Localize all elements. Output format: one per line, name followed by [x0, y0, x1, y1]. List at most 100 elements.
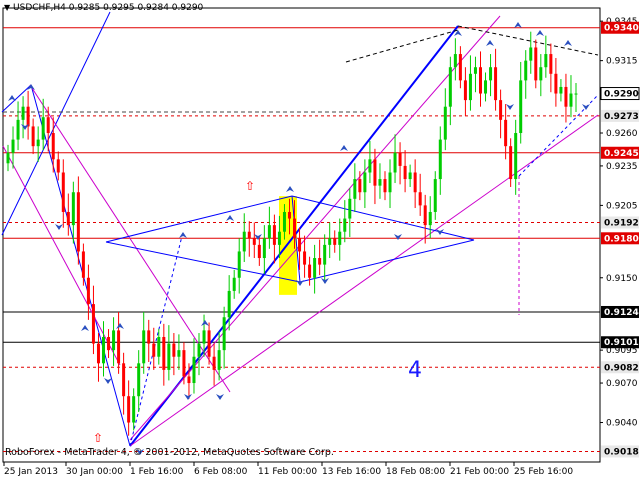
candle-body — [348, 198, 352, 219]
candle-body — [112, 330, 116, 351]
price-tag-label: 0.9101 — [604, 338, 639, 348]
candle-body — [539, 67, 543, 81]
candle-body — [202, 330, 206, 344]
candle-body — [333, 238, 337, 245]
candle-body — [509, 146, 513, 180]
candle-body — [96, 343, 100, 364]
y-tick-label: 0.9040 — [606, 419, 638, 429]
candle-body — [298, 238, 302, 252]
candle-body — [41, 117, 45, 140]
candle-body — [212, 356, 216, 370]
candle-body — [277, 231, 281, 245]
x-tick-label: 6 Feb 08:00 — [194, 467, 248, 477]
candle-body — [313, 258, 317, 278]
candle-body — [187, 376, 191, 384]
candle-body — [418, 192, 422, 206]
candle-body — [157, 336, 161, 357]
candle-body — [373, 159, 377, 186]
candle-body — [31, 126, 35, 147]
horizontal-levels — [3, 27, 600, 452]
x-tick-label: 13 Feb 16:00 — [322, 467, 381, 477]
candle-body — [463, 80, 467, 101]
candle-body — [494, 67, 498, 101]
x-tick-label: 30 Jan 00:00 — [66, 467, 123, 477]
x-tick-label: 25 Feb 16:00 — [514, 467, 573, 477]
fractal-arrow — [582, 104, 590, 110]
candle-body — [499, 100, 503, 120]
fractal-arrow — [226, 215, 234, 221]
fractal-arrow — [564, 40, 572, 46]
up-channel-bottom — [129, 114, 599, 447]
candle-body — [6, 152, 10, 164]
candle-body — [172, 343, 176, 357]
price-tag-label: 0.9180 — [604, 234, 639, 244]
wave-down-line — [30, 84, 131, 447]
price-tag-label: 0.9340 — [604, 24, 639, 34]
candle-body — [433, 179, 437, 212]
candle-body — [127, 396, 131, 423]
fractal-arrow — [201, 320, 209, 326]
candle-body — [122, 363, 126, 397]
candle-body — [554, 73, 558, 94]
fractal-arrow — [506, 104, 514, 110]
candle-body — [514, 133, 518, 180]
chart-header: ▼ USDCHF,H4 0.9285 0.9295 0.9284 0.9290 — [4, 3, 204, 13]
buy-marker-icon: ⇧ — [93, 431, 103, 445]
price-tag-label: 0.9245 — [604, 149, 639, 159]
x-tick-label: 11 Feb 00:00 — [258, 467, 317, 477]
candle-body — [282, 211, 286, 232]
price-chart[interactable]: ⇧⇧ 0.93450.93150.92600.92350.92050.91500… — [0, 0, 640, 480]
candle-body — [242, 231, 246, 252]
candle-body — [262, 238, 266, 259]
candle-body — [428, 211, 432, 226]
fractal-arrow — [81, 325, 89, 331]
y-tick-label: 0.9205 — [606, 201, 638, 211]
triangle-bottom — [105, 241, 301, 283]
fractal-arrow — [179, 232, 187, 238]
candle-body — [257, 244, 261, 259]
candle-body — [318, 258, 322, 265]
candle-body — [524, 60, 528, 81]
candle-body — [529, 47, 533, 61]
candle-body — [363, 172, 367, 193]
candle-body — [398, 152, 402, 166]
candle-body — [167, 343, 171, 370]
candle-body — [328, 238, 332, 245]
candle-body — [142, 330, 146, 364]
candle-body — [308, 264, 312, 278]
candle-body — [478, 67, 482, 94]
fractal-arrow — [286, 186, 294, 192]
y-tick-label: 0.9315 — [606, 57, 638, 67]
fractal-arrow — [104, 378, 112, 384]
candle-body — [26, 106, 30, 127]
candle-body — [393, 152, 397, 173]
price-tag-label: 0.9290 — [604, 90, 639, 100]
candle-body — [56, 159, 60, 173]
candle-body — [368, 159, 372, 173]
candle-body — [519, 80, 523, 134]
candle-body — [182, 350, 186, 377]
x-tick-label: 25 Jan 2013 — [4, 467, 58, 477]
candle-body — [504, 119, 508, 147]
candle-body — [51, 133, 55, 160]
candle-body — [117, 330, 121, 364]
candle-body — [177, 350, 181, 357]
candle-body — [383, 179, 387, 193]
wave-label: 4 — [408, 358, 422, 383]
candle-body — [287, 211, 291, 219]
candle-body — [484, 80, 488, 94]
candle-body — [11, 139, 15, 153]
candle-body — [272, 225, 276, 245]
candle-body — [458, 54, 462, 81]
fractal-arrow — [340, 145, 348, 151]
candle-body — [91, 304, 95, 344]
plot-border — [2, 7, 601, 463]
candle-body — [137, 363, 141, 397]
fractal-arrow — [394, 234, 402, 240]
candle-body — [252, 238, 256, 245]
candle-body — [107, 336, 111, 351]
candle-body — [66, 211, 70, 226]
y-tick-label: 0.9260 — [606, 129, 638, 139]
fractal-arrow — [486, 40, 494, 46]
candle-body — [36, 139, 40, 147]
